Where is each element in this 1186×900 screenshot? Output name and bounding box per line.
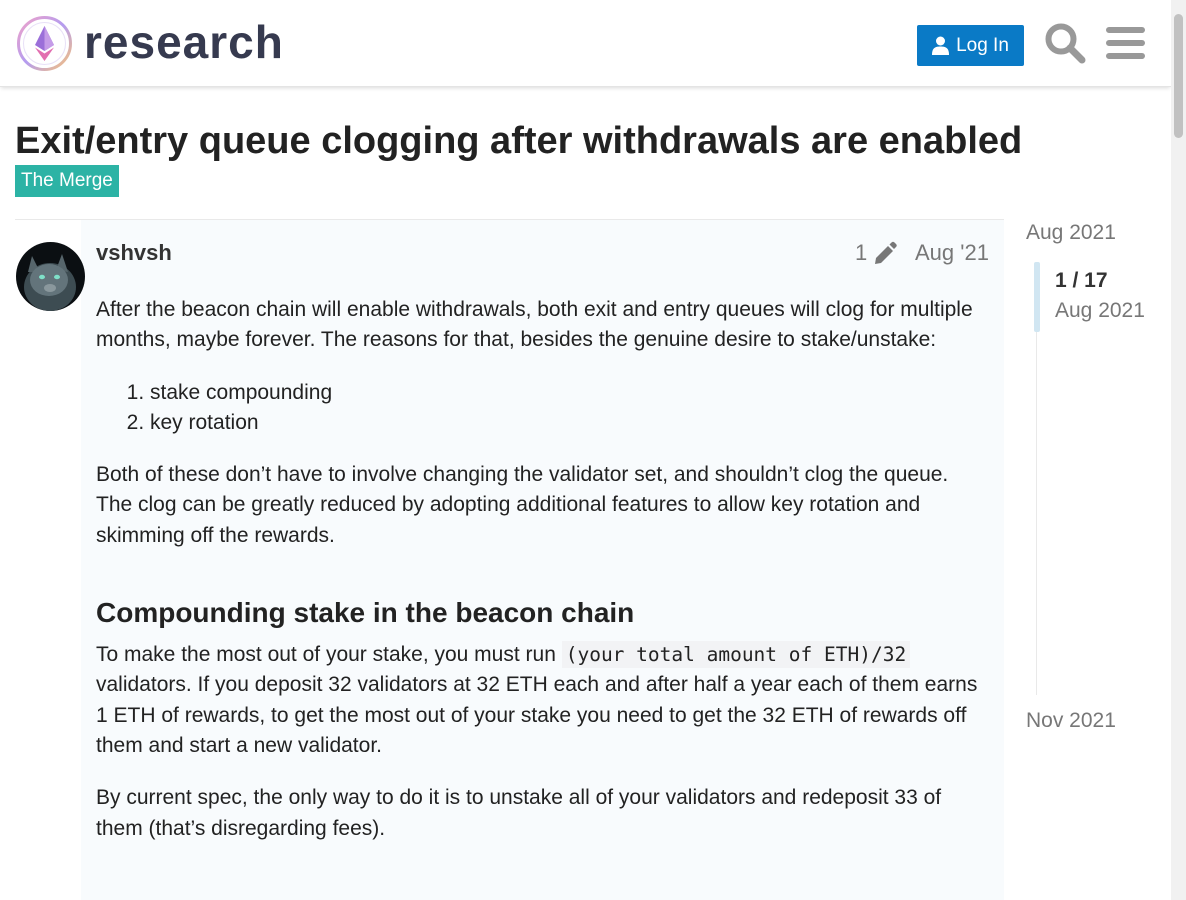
hamburger-menu-icon[interactable] — [1106, 25, 1145, 61]
edit-count: 1 — [855, 240, 868, 265]
avatar[interactable] — [16, 242, 85, 311]
text-span: To make the most out of your stake, you … — [96, 643, 562, 667]
post-body: After the beacon chain will enable withd… — [96, 295, 988, 866]
timeline-end-date[interactable]: Nov 2021 — [1026, 708, 1116, 734]
site-header: research Log In — [0, 0, 1171, 87]
pencil-icon — [875, 241, 897, 264]
reasons-list: stake compounding key rotation — [96, 378, 988, 439]
edit-history-button[interactable]: 1 — [855, 240, 898, 266]
section-heading: Compounding stake in the beacon chain — [96, 597, 635, 629]
post-paragraph: By current spec, the only way to do it i… — [96, 786, 942, 840]
post-paragraph: To make the most out of your stake, you … — [96, 640, 988, 761]
timeline-current-date: Aug 2021 — [1055, 299, 1145, 322]
login-label: Log In — [956, 34, 1009, 56]
user-icon — [932, 36, 950, 55]
post-date[interactable]: Aug '21 — [915, 240, 989, 266]
login-button[interactable]: Log In — [917, 25, 1024, 66]
list-item: key rotation — [150, 408, 988, 438]
list-item: stake compounding — [150, 378, 988, 408]
post-paragraph: After the beacon chain will enable withd… — [96, 298, 973, 352]
page-scrollbar[interactable] — [1171, 0, 1186, 900]
scrollbar-thumb[interactable] — [1174, 14, 1183, 138]
timeline-start-date[interactable]: Aug 2021 — [1026, 220, 1116, 246]
text-span: validators. If you deposit 32 validators… — [96, 673, 978, 757]
timeline-progress[interactable]: 1 / 17 — [1055, 268, 1108, 294]
ethereum-logo-icon[interactable] — [16, 15, 73, 72]
inline-code: (your total amount of ETH)/32 — [561, 641, 911, 669]
search-icon[interactable] — [1044, 22, 1086, 64]
category-badge[interactable]: The Merge — [15, 165, 119, 197]
timeline-handle[interactable] — [1034, 262, 1040, 332]
post-author[interactable]: vshvsh — [96, 240, 172, 266]
topic-title[interactable]: Exit/entry queue clogging after withdraw… — [15, 118, 1022, 164]
site-logo-text[interactable]: research — [84, 14, 284, 70]
post-paragraph: Both of these don’t have to involve chan… — [96, 463, 949, 547]
